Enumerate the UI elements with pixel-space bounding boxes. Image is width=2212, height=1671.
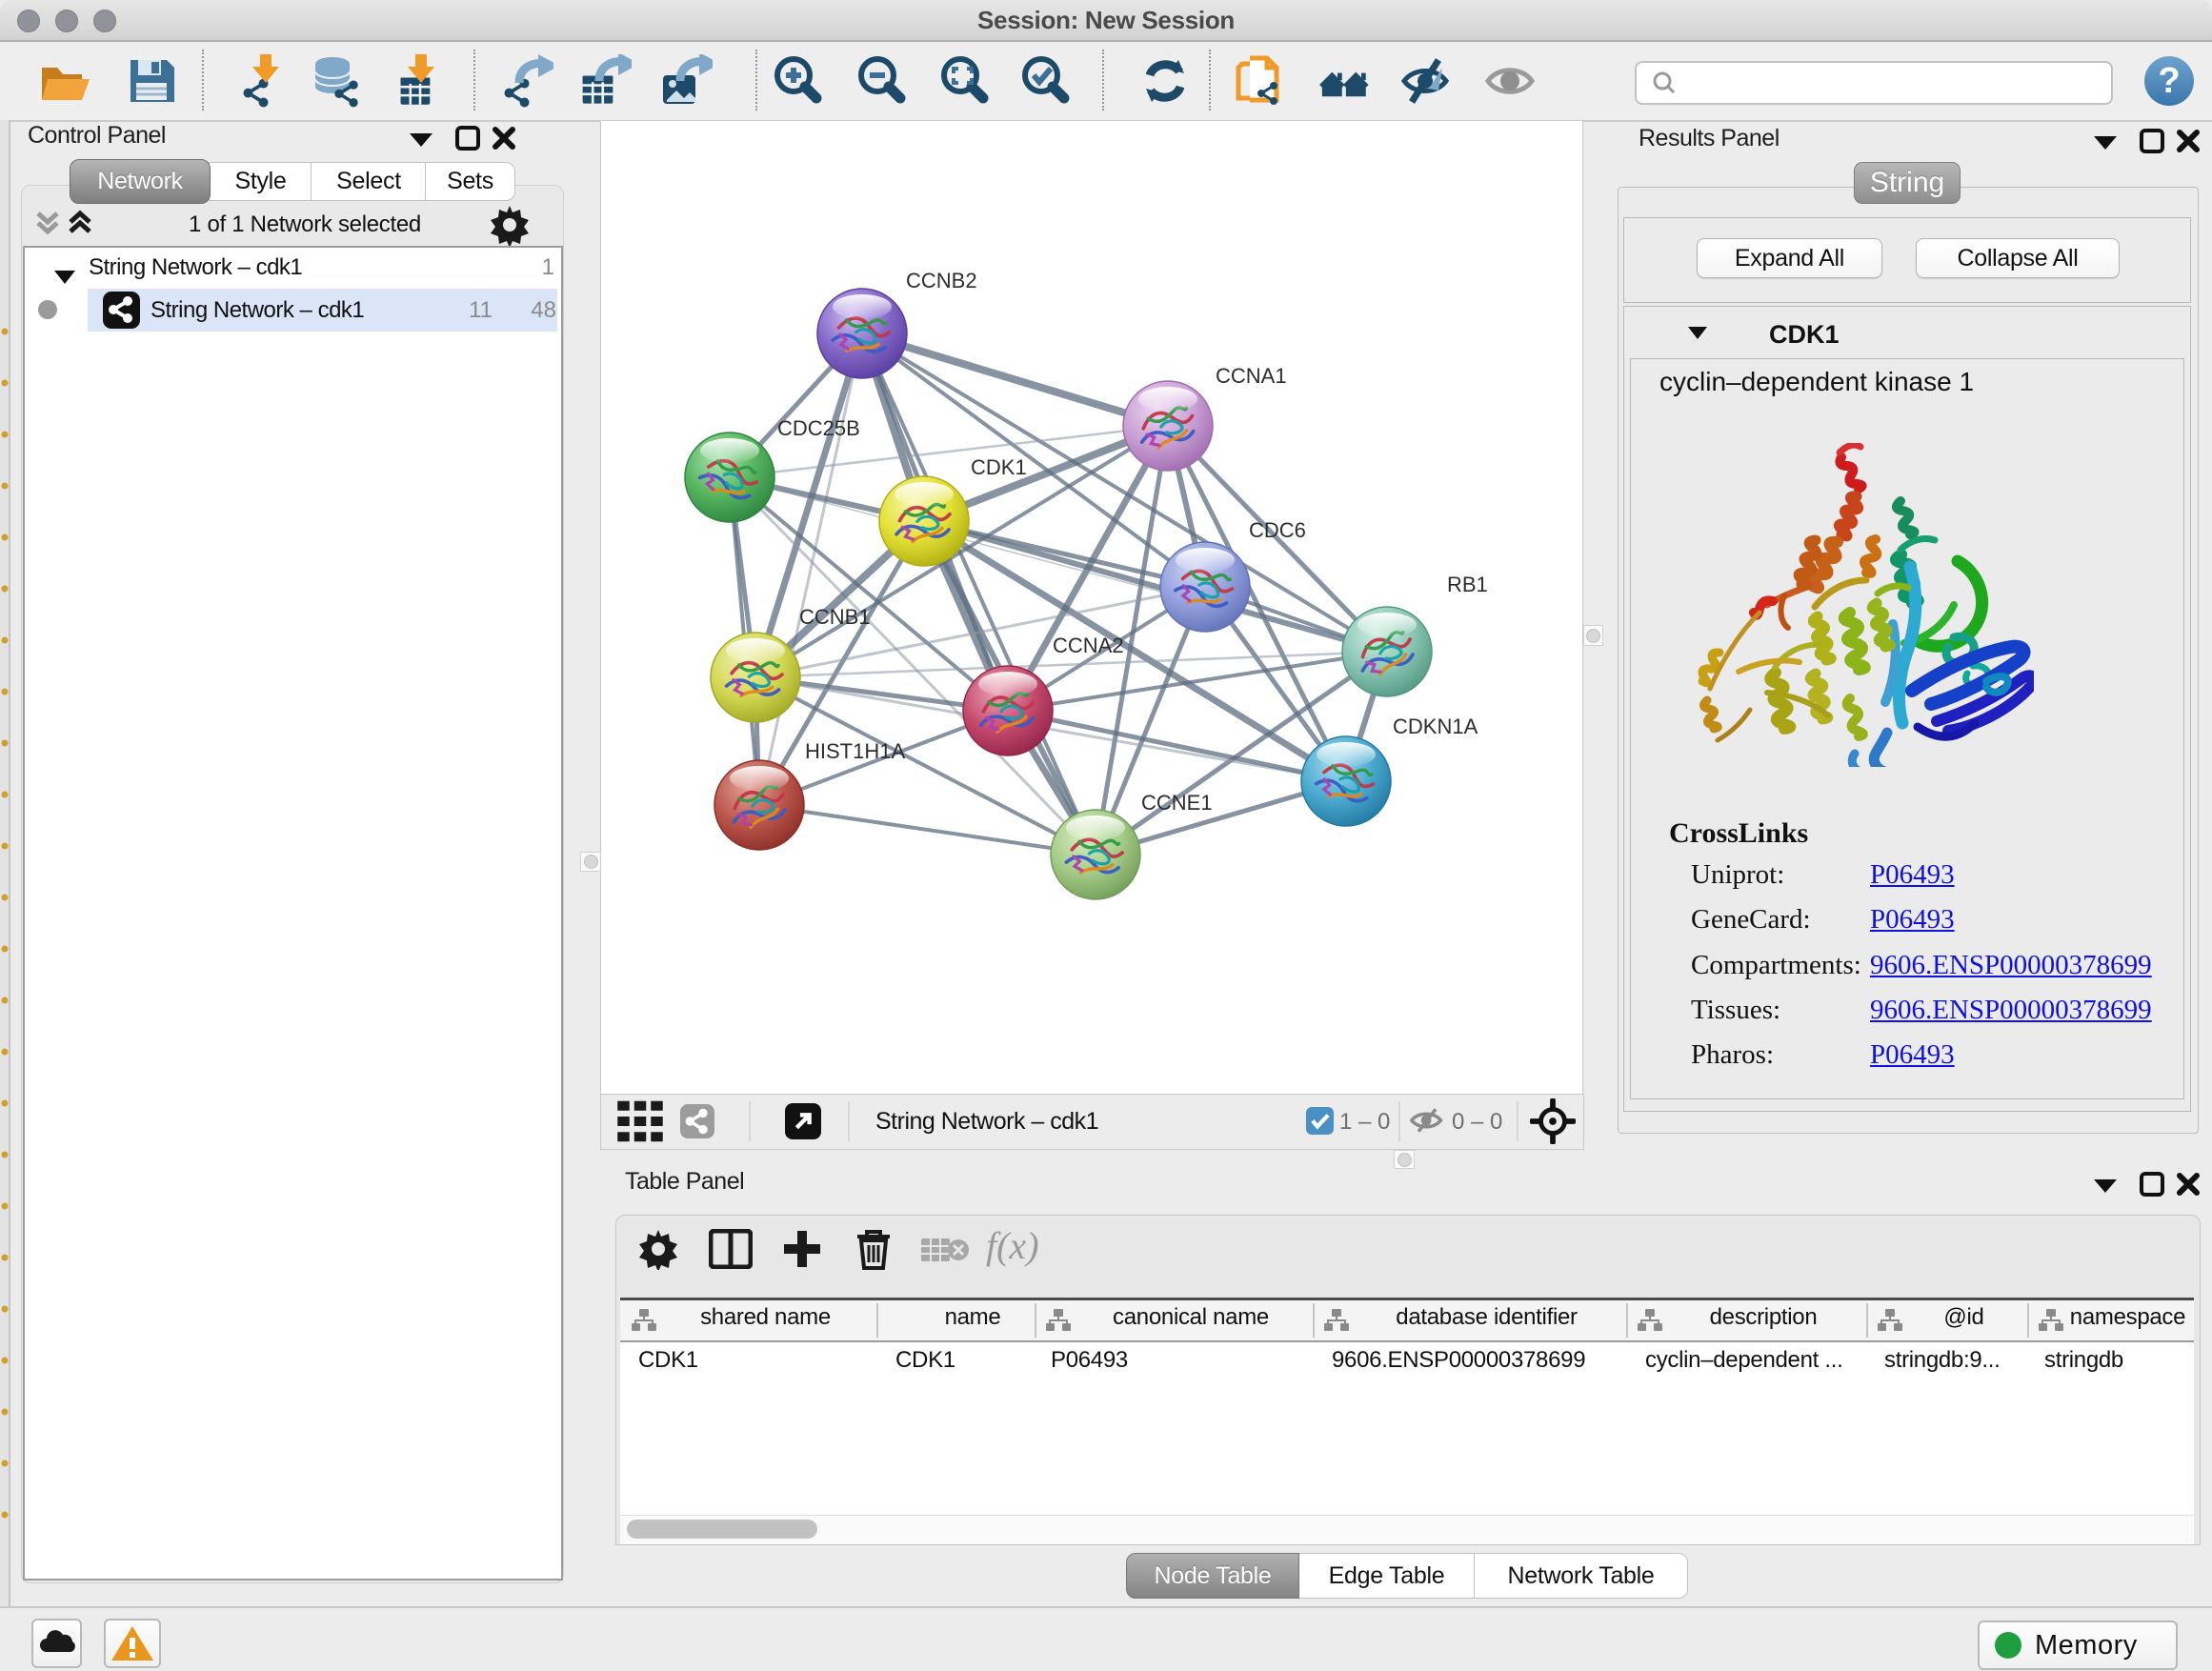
svg-text:CCNB2: CCNB2 [906, 269, 977, 292]
svg-text:CDKN1A: CDKN1A [1393, 715, 1478, 738]
svg-text:HIST1H1A: HIST1H1A [805, 739, 905, 763]
svg-text:CCNA2: CCNA2 [1053, 634, 1124, 657]
svg-text:CDC25B: CDC25B [777, 416, 860, 440]
svg-text:CDK1: CDK1 [971, 455, 1027, 479]
svg-text:CCNB1: CCNB1 [799, 605, 871, 629]
svg-text:CCNE1: CCNE1 [1141, 791, 1213, 815]
svg-text:CCNA1: CCNA1 [1216, 364, 1287, 388]
svg-text:CDC6: CDC6 [1249, 518, 1306, 542]
svg-text:RB1: RB1 [1447, 573, 1488, 596]
